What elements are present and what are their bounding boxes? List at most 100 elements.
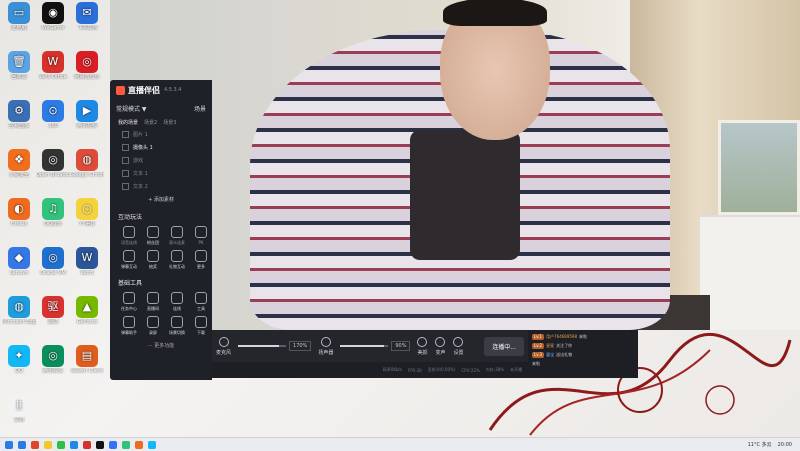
desktop-icon[interactable]: ◐ Firefox bbox=[2, 198, 36, 227]
live-button[interactable]: 连播中... bbox=[484, 336, 524, 356]
add-source-button[interactable]: + 添加素材 bbox=[110, 193, 212, 206]
tool-button[interactable]: 更多 bbox=[190, 250, 212, 270]
mic-slider[interactable]: 170% bbox=[238, 341, 312, 351]
chat-username[interactable]: 用户764689598 bbox=[546, 334, 577, 340]
source-item[interactable]: 图片 1 bbox=[110, 128, 212, 141]
taskbar-app-icon[interactable] bbox=[44, 440, 52, 449]
source-item[interactable]: 文本 1 bbox=[110, 167, 212, 180]
camera-preview bbox=[110, 0, 800, 330]
tool-button[interactable]: 工具 bbox=[190, 292, 212, 312]
tool-button[interactable]: 下载 bbox=[190, 316, 212, 336]
clock[interactable]: 20:00 bbox=[778, 442, 792, 448]
source-item[interactable]: 摄像头 1 bbox=[110, 141, 212, 154]
voice-changer-button[interactable]: 变声 bbox=[435, 336, 446, 356]
tool-button[interactable]: 场景切换 bbox=[166, 316, 188, 336]
start-icon[interactable] bbox=[5, 440, 13, 449]
taskbar-app-icon[interactable] bbox=[96, 440, 104, 449]
tool-button[interactable]: 礼物互动 bbox=[166, 250, 188, 270]
mode-selector[interactable]: 常规模式 ▼ 场景 bbox=[110, 100, 212, 117]
checkbox-icon[interactable] bbox=[122, 131, 129, 138]
tool-button[interactable]: 语音连线 bbox=[118, 226, 140, 246]
taskbar-app-icon[interactable] bbox=[122, 440, 130, 449]
desktop-icon[interactable]: ◎ Oracle VM bbox=[36, 247, 70, 276]
desktop-icon[interactable]: ◍ Microsoft Edge bbox=[2, 296, 36, 325]
desktop-icon-label: 网易云音乐 bbox=[74, 74, 100, 80]
settings-button[interactable]: 设置 bbox=[453, 336, 464, 356]
desktop-icon[interactable]: ◎ 腾讯会议 bbox=[36, 345, 70, 374]
chat-username[interactable]: 星星 bbox=[546, 343, 554, 349]
checkbox-icon[interactable] bbox=[122, 170, 129, 177]
tool-icon bbox=[195, 226, 207, 238]
taskbar-app-icon[interactable] bbox=[57, 440, 65, 449]
desktop-icon[interactable]: ♫ QQ音乐 bbox=[36, 198, 70, 227]
tool-button[interactable]: 任务中心 bbox=[118, 292, 140, 312]
desktop-icon[interactable]: ✦ QQ bbox=[2, 345, 36, 374]
taskbar-app-icon[interactable] bbox=[18, 440, 26, 449]
tool-button[interactable]: 直播间 bbox=[142, 292, 164, 312]
scene-tab[interactable]: 我的场景 bbox=[118, 119, 138, 126]
desktop-icon-label: 腾讯视频 bbox=[76, 123, 97, 129]
desktop-icon[interactable]: ◍Google Chrome bbox=[70, 149, 104, 178]
taskbar-app-icon[interactable] bbox=[83, 440, 91, 449]
weather[interactable]: 11°C 多云 bbox=[748, 441, 772, 448]
voice-label: 变声 bbox=[435, 349, 446, 356]
desktop-icon[interactable]: ◎ 网易云音乐 bbox=[70, 51, 104, 80]
tool-button[interactable]: 录屏 bbox=[142, 316, 164, 336]
tool-button[interactable]: 观众连麦 bbox=[166, 226, 188, 246]
tool-button[interactable]: 弹幕助手 bbox=[118, 316, 140, 336]
desktop-icon[interactable]: ▤ Steam Client bbox=[70, 345, 104, 374]
desktop-icon[interactable]: ⚙ 控制面板 bbox=[2, 100, 36, 129]
app-icon: ◉ bbox=[42, 2, 64, 24]
checkbox-icon[interactable] bbox=[122, 183, 129, 190]
desktop-icon[interactable]: 驱驱动 bbox=[36, 296, 70, 325]
desktop-icon[interactable]: ▲ GeForce bbox=[70, 296, 104, 325]
app-icon: ▭ bbox=[8, 2, 30, 24]
desktop-icon[interactable]: ▯ 文档 bbox=[2, 394, 36, 423]
chat-username[interactable]: 露宝 bbox=[546, 352, 554, 358]
desktop-icon[interactable]: ▶ 腾讯视频 bbox=[70, 100, 104, 129]
speaker-control[interactable]: 扬声器 bbox=[318, 336, 333, 356]
checkbox-icon[interactable] bbox=[122, 157, 129, 164]
desktop-icon[interactable]: ◉ WeGame bbox=[36, 2, 70, 31]
desktop-icon[interactable]: ❖ 火绒安全 bbox=[2, 149, 36, 178]
desktop-icon[interactable]: ▭ 此电脑 bbox=[2, 2, 36, 31]
desktop-icon[interactable]: ⊙ 360 bbox=[36, 100, 70, 129]
desktop-icon-label: 驱动 bbox=[47, 319, 58, 325]
taskbar-app-icon[interactable] bbox=[70, 440, 78, 449]
taskbar-app-icon[interactable] bbox=[31, 440, 39, 449]
tool-icon bbox=[195, 292, 207, 304]
tool-button[interactable]: 粉丝团 bbox=[142, 226, 164, 246]
speaker-slider[interactable]: 90% bbox=[340, 341, 411, 351]
mic-control[interactable]: 麦克风 bbox=[216, 336, 231, 356]
app-icon: ▲ bbox=[76, 296, 98, 318]
scene-tab[interactable]: 场景3 bbox=[163, 119, 176, 126]
interactive-section-title: 互动玩法 bbox=[118, 214, 143, 221]
tool-label: 弹幕助手 bbox=[121, 330, 137, 335]
desktop-icon[interactable]: ◆ Lenovo bbox=[2, 247, 36, 276]
tool-button[interactable]: 连线 bbox=[166, 292, 188, 312]
desktop-icon[interactable]: ○ YY语音 bbox=[70, 198, 104, 227]
tool-label: 更多 bbox=[197, 264, 205, 269]
app-icon: ◎ bbox=[42, 247, 64, 269]
taskbar-app-icon[interactable] bbox=[148, 440, 156, 449]
taskbar-app-icon[interactable] bbox=[109, 440, 117, 449]
checkbox-icon[interactable] bbox=[122, 144, 129, 151]
app-icon: ◍ bbox=[76, 149, 98, 171]
desktop-icon[interactable]: 🗑 回收站 bbox=[2, 51, 36, 80]
tool-button[interactable]: PK bbox=[190, 226, 212, 246]
source-item[interactable]: 文本 2 bbox=[110, 180, 212, 193]
desktop-icon[interactable]: W WPS Office bbox=[36, 51, 70, 80]
interactive-tools: 语音连线 粉丝团 观众连麦 PK 弹幕互动 抽奖 礼物互动 更多 bbox=[110, 224, 212, 272]
tool-button[interactable]: 弹幕互动 bbox=[118, 250, 140, 270]
tool-button[interactable]: 抽奖 bbox=[142, 250, 164, 270]
source-item[interactable]: 游戏 bbox=[110, 154, 212, 167]
desktop-icon[interactable]: ◎Open Broadcaster bbox=[36, 149, 70, 178]
desktop-icon-label: GeForce bbox=[76, 319, 98, 325]
beauty-button[interactable]: 美颜 bbox=[417, 336, 427, 356]
status-item: 未开播 bbox=[510, 367, 522, 372]
desktop-icon[interactable]: ✉ 飞书文档 bbox=[70, 2, 104, 31]
taskbar-app-icon[interactable] bbox=[135, 440, 143, 449]
more-features-button[interactable]: ··· 更多功能 bbox=[110, 338, 212, 349]
desktop-icon[interactable]: W Word bbox=[70, 247, 104, 276]
scene-tab[interactable]: 场景2 bbox=[144, 119, 157, 126]
